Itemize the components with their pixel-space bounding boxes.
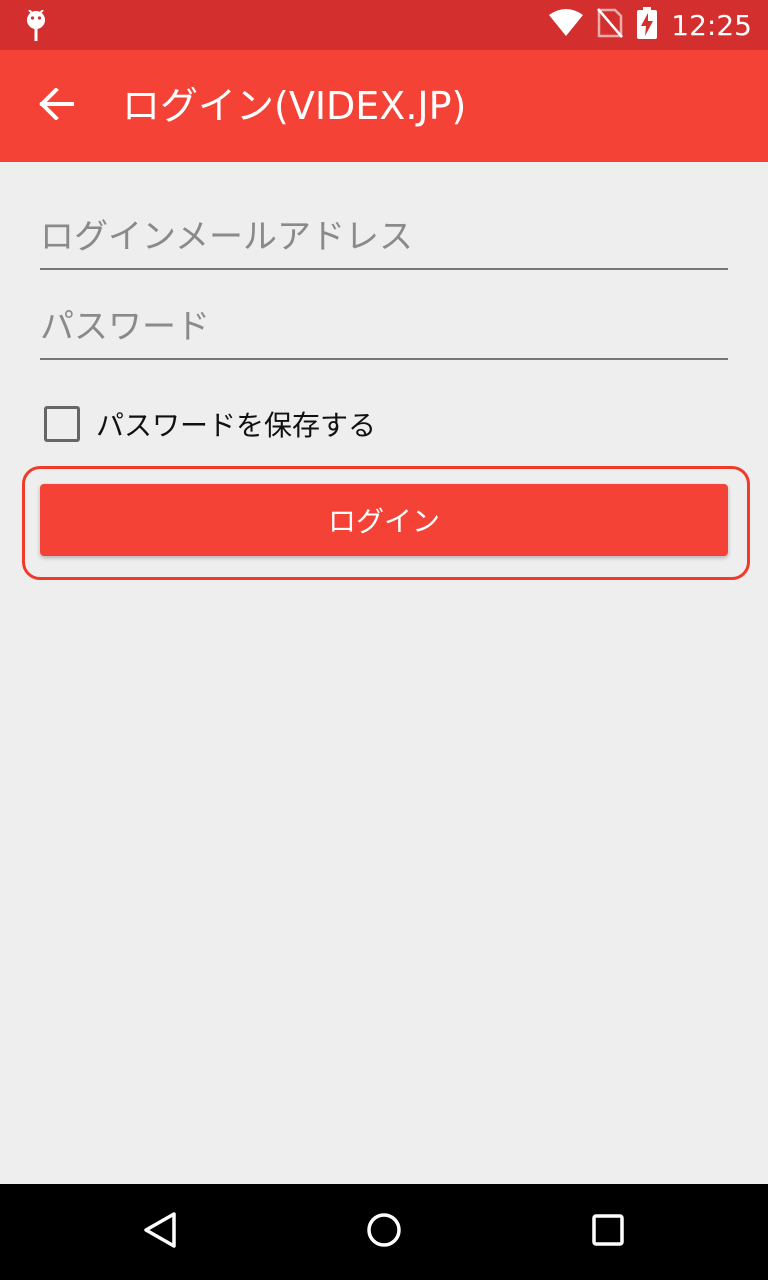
battery-charging-icon xyxy=(637,7,658,43)
email-field-container xyxy=(40,206,728,270)
arrow-back-icon xyxy=(38,87,74,124)
wifi-icon xyxy=(549,9,584,41)
navigation-bar xyxy=(0,1184,768,1280)
android-debug-icon xyxy=(24,9,48,46)
nav-recent-button[interactable] xyxy=(578,1202,638,1262)
remember-password-checkbox[interactable] xyxy=(44,406,80,442)
status-icons: 12:25 xyxy=(549,0,752,50)
password-field-container xyxy=(40,296,728,360)
back-button[interactable] xyxy=(22,72,90,140)
back-triangle-icon xyxy=(140,1210,180,1254)
page-title: ログイン(VIDEX.JP) xyxy=(122,84,467,128)
status-time: 12:25 xyxy=(671,8,752,42)
status-bar: 12:25 xyxy=(0,0,768,50)
recent-square-icon xyxy=(588,1210,628,1254)
remember-password-label: パスワードを保存する xyxy=(96,409,377,442)
email-field[interactable] xyxy=(40,206,728,268)
app-bar: ログイン(VIDEX.JP) xyxy=(0,50,768,162)
home-circle-icon xyxy=(364,1210,404,1254)
no-sim-icon xyxy=(597,8,624,42)
remember-password-row[interactable]: パスワードを保存する xyxy=(44,402,376,446)
nav-back-button[interactable] xyxy=(130,1202,190,1262)
login-button[interactable]: ログイン xyxy=(40,484,728,556)
nav-home-button[interactable] xyxy=(354,1202,414,1262)
password-field[interactable] xyxy=(40,296,728,358)
